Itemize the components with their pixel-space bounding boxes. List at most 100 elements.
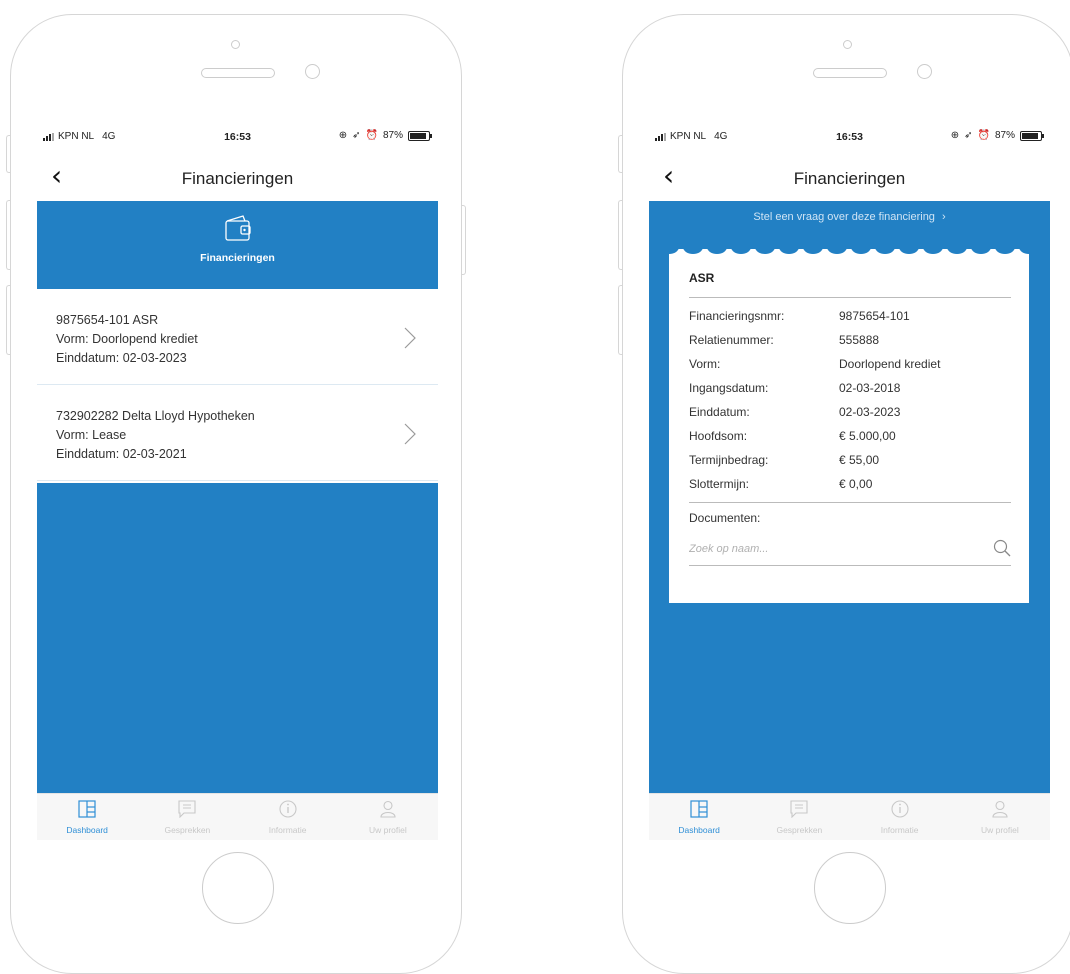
tab-dashboard[interactable]: Dashboard (37, 794, 137, 840)
detail-value: Doorlopend krediet (839, 357, 941, 371)
detail-key: Slottermijn: (689, 477, 750, 491)
front-camera (231, 40, 240, 49)
rotation-lock-icon: ⊕ (950, 130, 960, 141)
tab-dashboard[interactable]: Dashboard (649, 794, 749, 840)
chevron-right-icon: › (942, 211, 946, 223)
tab-label: Dashboard (678, 825, 720, 835)
financing-detail-card: ASR Financieringsnmr: 9875654-101 Relatie… (669, 243, 1029, 603)
financing-end-date: Einddatum: 02-03-2021 (56, 447, 187, 461)
document-search-input[interactable] (689, 543, 949, 555)
detail-key: Hoofdsom: (689, 429, 748, 443)
detail-background: Stel een vraag over deze financiering › (649, 201, 1050, 794)
phone-frame-left: KPN NL 4G 16:53 ⊕ ➶ ⏰ 87% ‹ Financiering… (6, 14, 466, 974)
tab-label: Gesprekken (776, 825, 823, 835)
volume-up-button (6, 200, 10, 270)
info-icon (891, 800, 909, 818)
volume-down-button (618, 285, 622, 355)
profile-icon (380, 800, 396, 818)
detail-row: Financieringsnmr: 9875654-101 (689, 304, 1011, 328)
power-button (462, 205, 466, 275)
battery-icon (1020, 130, 1044, 141)
detail-row: Slottermijn: € 0,00 (689, 472, 1011, 496)
tab-informatie[interactable]: Informatie (238, 794, 338, 840)
search-icon[interactable] (993, 539, 1011, 557)
detail-value: 02-03-2023 (839, 405, 901, 419)
details-list: Financieringsnmr: 9875654-101 Relatienumm… (689, 298, 1011, 503)
ask-question-label: Stel een vraag over deze financiering (753, 211, 935, 223)
tab-uw-profiel[interactable]: Uw profiel (338, 794, 438, 840)
detail-key: Ingangsdatum: (689, 381, 769, 395)
tab-label: Gesprekken (164, 825, 211, 835)
section-header: Financieringen (37, 201, 438, 289)
detail-value: € 5.000,00 (839, 429, 896, 443)
page-title: Financieringen (793, 169, 906, 188)
dashboard-icon (690, 800, 708, 818)
battery-icon (408, 130, 432, 141)
nav-bar: ‹ Financieringen (649, 155, 1050, 201)
detail-value: € 0,00 (839, 477, 873, 491)
dashboard-icon (78, 800, 96, 818)
page-title: Financieringen (181, 169, 294, 188)
proximity-sensor (917, 64, 932, 79)
document-search (689, 537, 1011, 566)
card-title: ASR (689, 271, 1011, 298)
detail-key: Vorm: (689, 357, 721, 371)
home-button (814, 852, 886, 924)
tab-uw-profiel[interactable]: Uw profiel (950, 794, 1050, 840)
home-button (202, 852, 274, 924)
detail-value: € 55,00 (839, 453, 880, 467)
tab-label: Uw profiel (980, 825, 1019, 835)
financing-list-item[interactable]: 9875654-101 ASR Vorm: Doorlopend krediet… (37, 289, 438, 385)
financing-form: Vorm: Doorlopend krediet (56, 332, 198, 346)
earpiece-speaker (201, 68, 275, 78)
scalloped-edge (669, 243, 1029, 254)
ask-question-link[interactable]: Stel een vraag over deze financiering › (649, 201, 1050, 223)
documents-label: Documenten: (689, 511, 761, 525)
mute-switch (618, 135, 622, 173)
financing-end-date: Einddatum: 02-03-2023 (56, 351, 187, 365)
detail-value: 555888 (839, 333, 880, 347)
phone-frame-right: KPN NL 4G 16:53 ⊕ ➶ ⏰ 87% ‹ Financiering… (618, 14, 1070, 974)
battery-percent: 87% (994, 130, 1015, 141)
chevron-right-icon (404, 327, 416, 349)
detail-row: Termijnbedrag: € 55,00 (689, 448, 1011, 472)
chevron-right-icon (404, 423, 416, 445)
detail-key: Relatienummer: (689, 333, 774, 347)
tab-label: Dashboard (66, 825, 108, 835)
empty-area (37, 483, 438, 794)
mute-switch (6, 135, 10, 173)
location-icon: ➶ (352, 130, 361, 141)
tab-bar: Dashboard Gesprekken Informatie Uw profi… (37, 793, 438, 840)
detail-value: 9875654-101 (839, 309, 910, 323)
screen-financieringen-list: KPN NL 4G 16:53 ⊕ ➶ ⏰ 87% ‹ Financiering… (37, 119, 438, 840)
chat-icon (178, 800, 196, 818)
tab-gesprekken[interactable]: Gesprekken (137, 794, 237, 840)
status-bar: KPN NL 4G 16:53 ⊕ ➶ ⏰ 87% (37, 119, 438, 155)
nav-bar: ‹ Financieringen (37, 155, 438, 201)
proximity-sensor (305, 64, 320, 79)
tab-bar: Dashboard Gesprekken Informatie Uw profi… (649, 793, 1050, 840)
detail-row: Vorm: Doorlopend krediet (689, 352, 1011, 376)
volume-down-button (6, 285, 10, 355)
detail-value: 02-03-2018 (839, 381, 901, 395)
alarm-icon: ⏰ (365, 130, 378, 141)
tab-informatie[interactable]: Informatie (850, 794, 950, 840)
tab-label: Informatie (880, 825, 919, 835)
tab-label: Uw profiel (368, 825, 407, 835)
financing-number-name: 732902282 Delta Lloyd Hypotheken (56, 409, 255, 423)
detail-key: Termijnbedrag: (689, 453, 769, 467)
info-icon (279, 800, 297, 818)
section-header-label: Financieringen (200, 252, 275, 264)
financing-list-item[interactable]: 732902282 Delta Lloyd Hypotheken Vorm: L… (37, 385, 438, 481)
front-camera (843, 40, 852, 49)
profile-icon (992, 800, 1008, 818)
rotation-lock-icon: ⊕ (338, 130, 348, 141)
location-icon: ➶ (964, 130, 973, 141)
detail-row: Einddatum: 02-03-2023 (689, 400, 1011, 424)
tab-label: Informatie (268, 825, 307, 835)
tab-gesprekken[interactable]: Gesprekken (749, 794, 849, 840)
detail-row: Ingangsdatum: 02-03-2018 (689, 376, 1011, 400)
financing-form: Vorm: Lease (56, 428, 127, 442)
screen-financiering-detail: KPN NL 4G 16:53 ⊕ ➶ ⏰ 87% ‹ Financiering… (649, 119, 1050, 840)
chat-icon (790, 800, 808, 818)
